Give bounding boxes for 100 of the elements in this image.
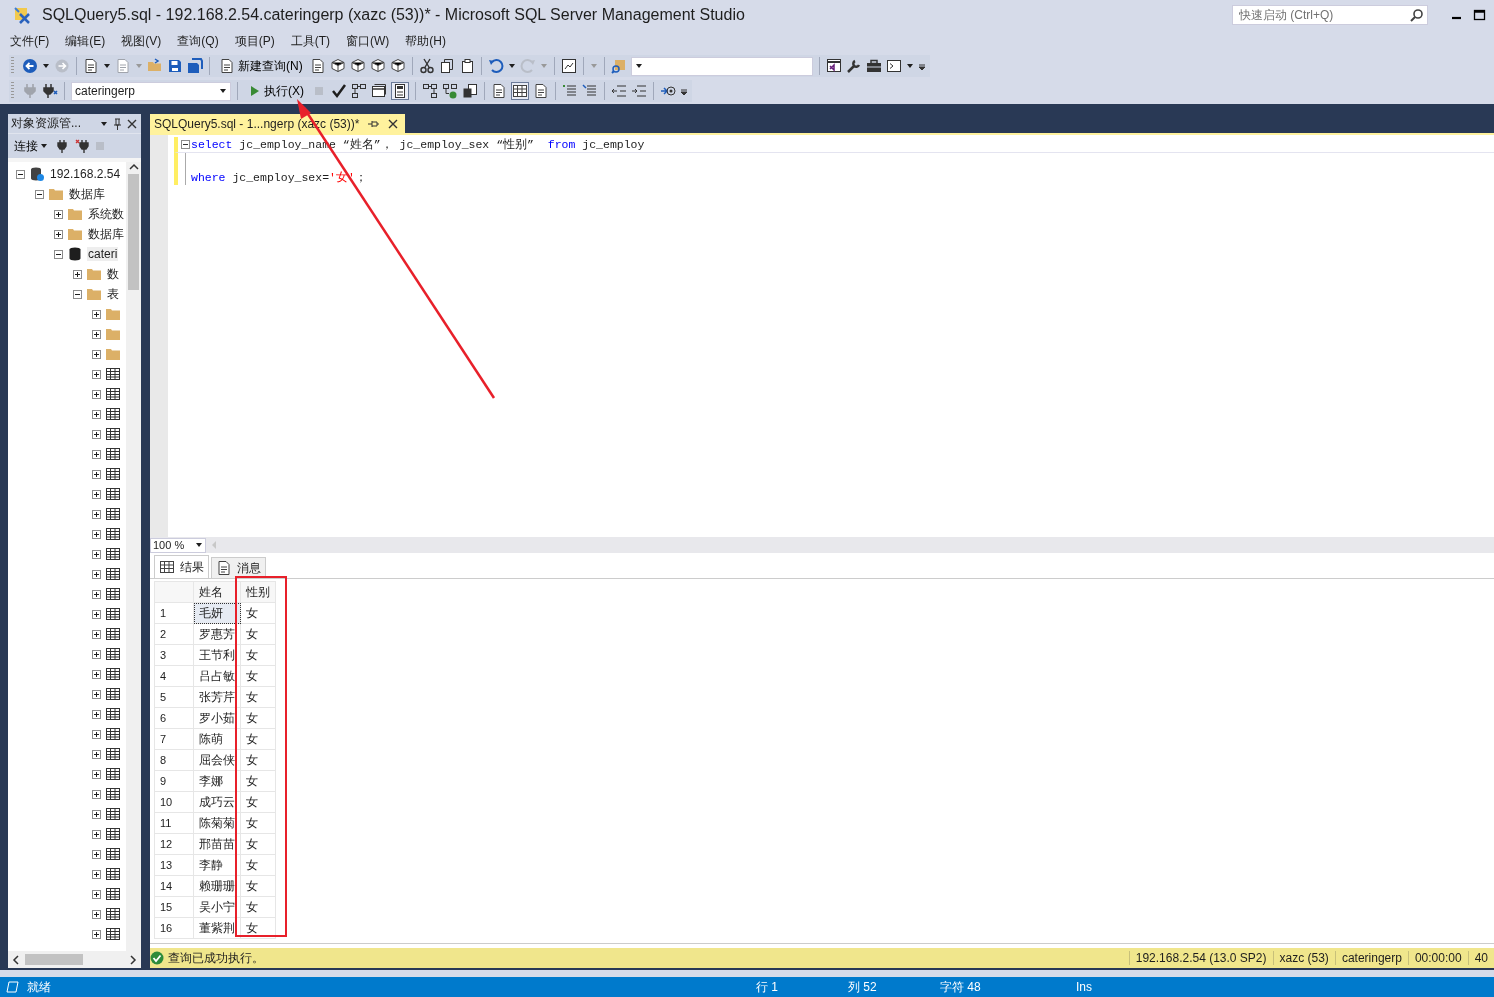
expand-icon[interactable]: [92, 329, 101, 339]
tree-node-label[interactable]: 数: [106, 265, 120, 283]
table-cell[interactable]: 成巧云: [193, 791, 241, 813]
table-cell[interactable]: 女: [240, 896, 276, 918]
expand-icon[interactable]: [73, 269, 82, 279]
caret-icon[interactable]: [100, 119, 108, 128]
decrease-indent-icon[interactable]: [611, 83, 627, 99]
text-results-icon[interactable]: [491, 83, 507, 99]
expand-icon[interactable]: [92, 489, 101, 499]
expand-icon[interactable]: [92, 649, 101, 659]
expand-icon[interactable]: [54, 229, 63, 239]
expand-icon[interactable]: [92, 629, 101, 639]
table-cell[interactable]: 吴小宁: [193, 896, 241, 918]
collapse-icon[interactable]: [16, 169, 25, 179]
table-cell[interactable]: 女: [240, 623, 276, 645]
specify-values-icon[interactable]: [660, 83, 676, 99]
expand-icon[interactable]: [92, 529, 101, 539]
caret-icon[interactable]: [905, 62, 914, 70]
close-icon[interactable]: [126, 117, 138, 130]
expand-icon[interactable]: [92, 569, 101, 579]
menu-item[interactable]: 工具(T): [284, 30, 336, 52]
table-cell[interactable]: 邢苗苗: [193, 833, 241, 855]
window-chart-icon[interactable]: [560, 58, 577, 74]
message-icon[interactable]: [216, 560, 232, 576]
save-all-icon[interactable]: [187, 58, 203, 74]
overflow-icon[interactable]: [680, 86, 688, 96]
query-document-icon[interactable]: [309, 58, 326, 74]
table-cell[interactable]: 女: [240, 854, 276, 876]
menu-item[interactable]: 项目(P): [228, 30, 281, 52]
grid-results-icon[interactable]: [512, 83, 528, 99]
menu-item[interactable]: 窗口(W): [340, 30, 396, 52]
expand-icon[interactable]: [92, 709, 101, 719]
scrollbar-thumb[interactable]: [25, 954, 83, 965]
toolbox-icon[interactable]: [865, 58, 882, 74]
expand-icon[interactable]: [92, 589, 101, 599]
menu-item[interactable]: 编辑(E): [59, 30, 112, 52]
caret-icon[interactable]: [634, 62, 643, 70]
pin-icon[interactable]: [111, 117, 123, 130]
table-cell[interactable]: 女: [240, 791, 276, 813]
caret-icon[interactable]: [195, 541, 203, 549]
table-cell[interactable]: 女: [240, 875, 276, 897]
table-cell[interactable]: 女: [240, 917, 276, 939]
scrollbar[interactable]: [126, 162, 141, 951]
search-icon[interactable]: [1409, 8, 1423, 22]
uncomment-lines-icon[interactable]: [582, 83, 598, 99]
table-cell[interactable]: 罗惠芳: [193, 623, 241, 645]
tree-node-label[interactable]: 数据库: [87, 225, 125, 243]
expand-icon[interactable]: [92, 689, 101, 699]
tree-node-label[interactable]: 系统数: [87, 205, 125, 223]
expand-icon[interactable]: [92, 509, 101, 519]
expand-icon[interactable]: [92, 889, 101, 899]
collapse-icon[interactable]: [35, 189, 44, 199]
table-cell[interactable]: 女: [240, 602, 276, 624]
column-header[interactable]: 性别: [240, 581, 276, 603]
expand-icon[interactable]: [92, 409, 101, 419]
terminal-icon[interactable]: [885, 58, 902, 74]
expand-icon[interactable]: [92, 909, 101, 919]
save-icon[interactable]: [167, 58, 183, 74]
wrench-icon[interactable]: [845, 58, 862, 74]
expand-icon[interactable]: [92, 309, 101, 319]
expand-icon[interactable]: [92, 849, 101, 859]
find-icon[interactable]: [610, 58, 627, 74]
expand-icon[interactable]: [92, 369, 101, 379]
table-cell[interactable]: 张芳芹: [193, 686, 241, 708]
expand-icon[interactable]: [92, 809, 101, 819]
caret-icon[interactable]: [507, 62, 516, 70]
document-stack-icon[interactable]: [462, 83, 478, 99]
expand-icon[interactable]: [92, 389, 101, 399]
expand-icon[interactable]: [92, 769, 101, 779]
table-cell[interactable]: 赖珊珊: [193, 875, 241, 897]
menu-item[interactable]: 帮助(H): [399, 30, 452, 52]
calculator-icon[interactable]: [392, 83, 408, 99]
expand-icon[interactable]: [92, 429, 101, 439]
results-tab[interactable]: 消息: [211, 557, 266, 578]
caret-icon[interactable]: [219, 87, 227, 95]
table-cell[interactable]: 陈萌: [193, 728, 241, 750]
table-cell[interactable]: 王节利: [193, 644, 241, 666]
tree-node-label[interactable]: 192.168.2.54: [49, 167, 122, 181]
quick-launch-field[interactable]: 快速启动 (Ctrl+Q): [1232, 5, 1428, 25]
caret-icon[interactable]: [42, 62, 50, 70]
table-cell[interactable]: 女: [240, 707, 276, 729]
tree-node-label[interactable]: 数据库: [68, 185, 106, 203]
expand-icon[interactable]: [92, 609, 101, 619]
expand-icon[interactable]: [92, 549, 101, 559]
document-icon[interactable]: [219, 58, 235, 74]
table-cell[interactable]: 女: [240, 833, 276, 855]
tree-diagram-icon[interactable]: [422, 83, 438, 99]
increase-indent-icon[interactable]: [631, 83, 647, 99]
scrollbar-thumb[interactable]: [128, 174, 139, 290]
table-cell[interactable]: 吕占敏: [193, 665, 241, 687]
table-cell[interactable]: 李娜: [193, 770, 241, 792]
tree-diagram-icon[interactable]: [351, 83, 367, 99]
table-cell[interactable]: 董紫荆: [193, 917, 241, 939]
table-cell[interactable]: 女: [240, 665, 276, 687]
visual-studio-window-icon[interactable]: [825, 58, 842, 74]
column-header[interactable]: 姓名: [193, 581, 241, 603]
copy-icon[interactable]: [438, 58, 455, 74]
menu-item[interactable]: 查询(Q): [171, 30, 225, 52]
cut-icon[interactable]: [418, 58, 435, 74]
search-combo-field[interactable]: [630, 56, 813, 76]
